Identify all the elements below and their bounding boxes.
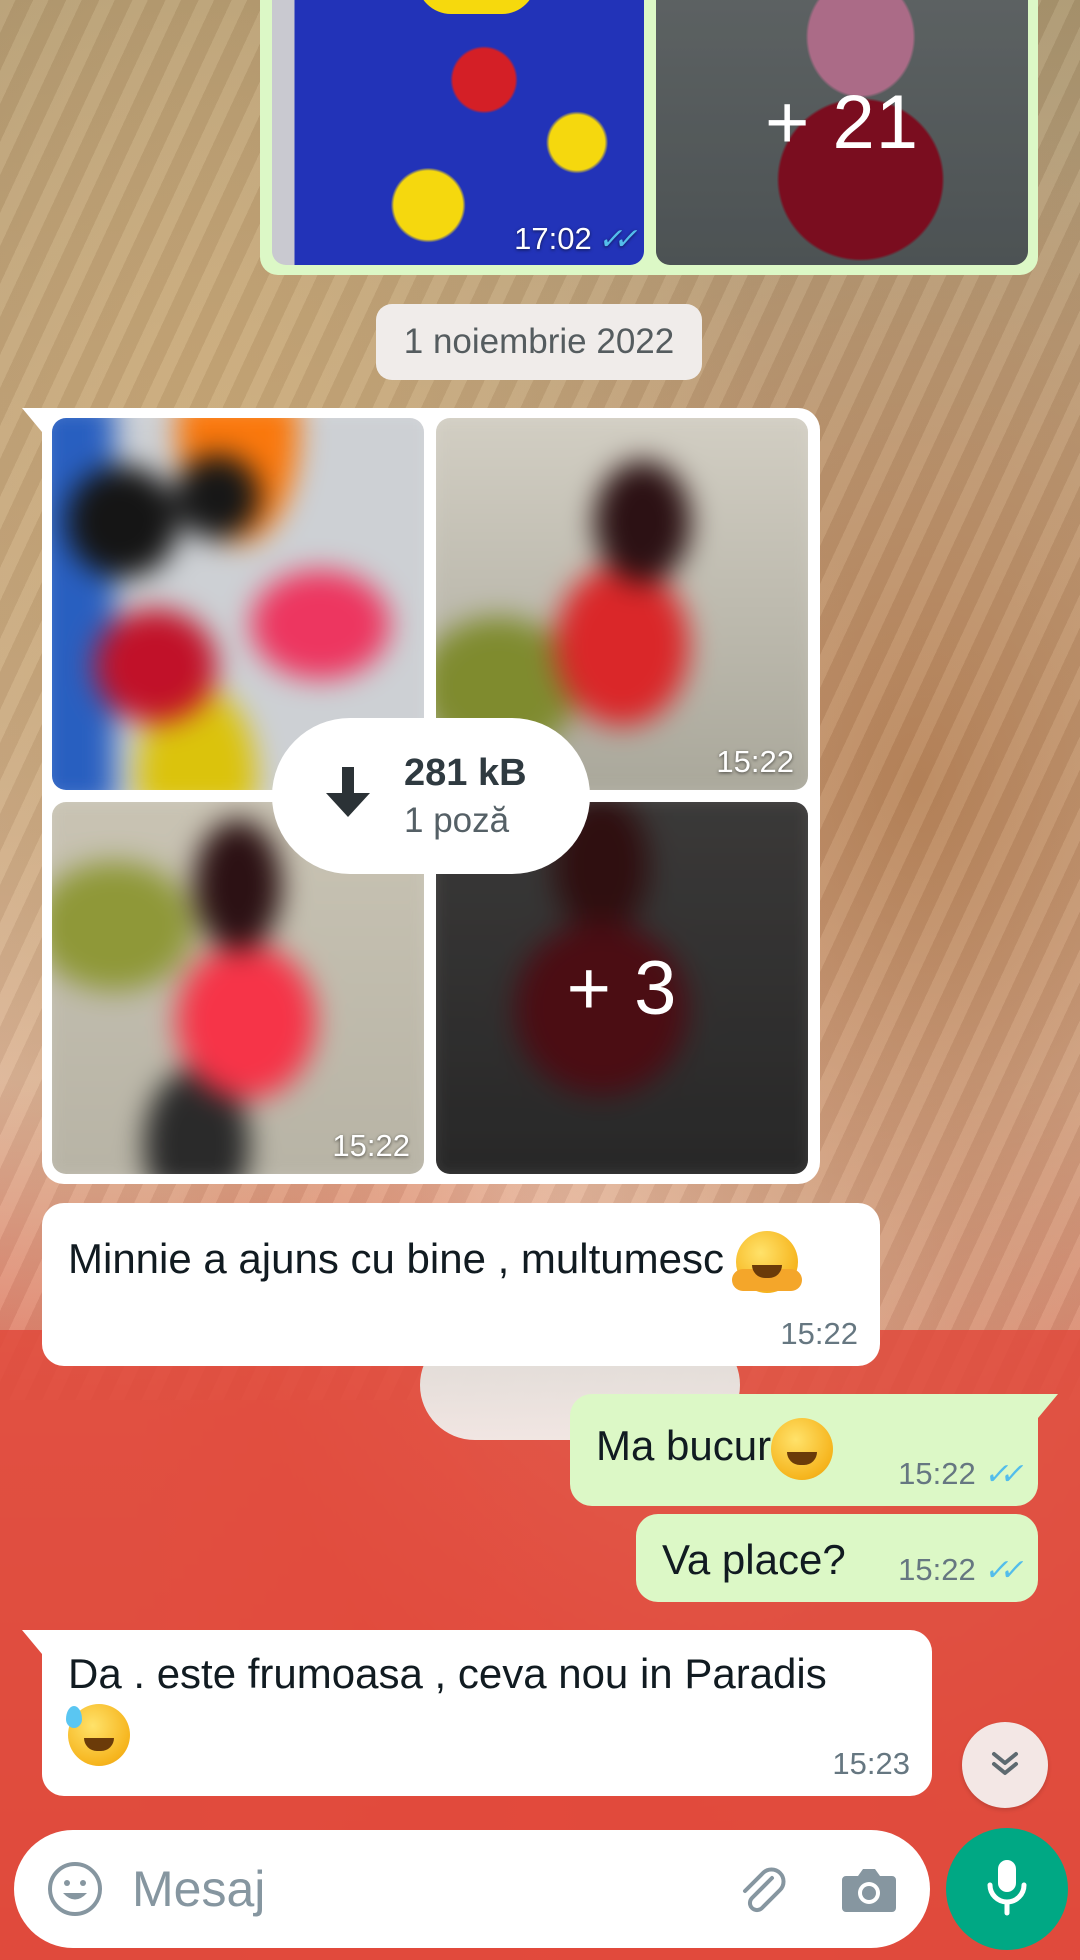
grinning-sweat-emoji	[66, 1704, 130, 1766]
message-text: Va place?	[662, 1536, 846, 1583]
incoming-message[interactable]: Da . este frumoasa , ceva nou in Paradis…	[22, 1630, 932, 1796]
message-meta: 15:22	[780, 1316, 858, 1352]
download-button[interactable]: 281 kB 1 poză	[272, 718, 590, 874]
microphone-icon	[985, 1857, 1029, 1922]
double-check-icon: ✓✓	[982, 1457, 1020, 1491]
message-meta: 15:22 ✓✓	[898, 1552, 1019, 1588]
incoming-message[interactable]: Minnie a ajuns cu bine , multumesc 15:22	[42, 1203, 880, 1366]
date-separator: 1 noiembrie 2022	[376, 304, 702, 380]
album-photo-donald[interactable]: 17:02 ✓✓	[272, 0, 644, 265]
outgoing-message[interactable]: Va place? 15:22 ✓✓	[636, 1514, 1038, 1602]
message-time: 15:22	[898, 1456, 976, 1491]
album-meta: 17:02 ✓✓	[514, 221, 633, 257]
download-arrow-icon	[326, 766, 370, 826]
message-time: 15:23	[832, 1746, 910, 1781]
photo-time: 15:22	[716, 744, 794, 779]
message-text: Da . este frumoasa , ceva nou in Paradis	[68, 1650, 827, 1697]
download-size: 281 kB	[404, 751, 527, 794]
photo-detail	[417, 0, 537, 15]
message-meta: 15:22 ✓✓	[898, 1456, 1019, 1492]
message-text: Minnie a ajuns cu bine , multumesc	[68, 1235, 724, 1283]
message-composer[interactable]: Mesaj	[14, 1830, 930, 1948]
double-check-icon: ✓✓	[596, 222, 634, 256]
camera-icon[interactable]	[834, 1854, 904, 1924]
album-time: 17:02	[514, 221, 592, 256]
message-meta: 15:23	[832, 1746, 910, 1782]
download-info: 281 kB 1 poză	[404, 752, 527, 841]
double-chevron-down-icon	[988, 1746, 1022, 1785]
message-text: Ma bucur	[596, 1422, 772, 1470]
emoji-icon[interactable]	[40, 1854, 110, 1924]
hugging-face-emoji	[731, 1231, 802, 1293]
message-time: 15:22	[898, 1552, 976, 1587]
attach-paperclip-icon[interactable]	[726, 1854, 796, 1924]
outgoing-message[interactable]: Ma bucur 15:22 ✓✓	[570, 1394, 1058, 1506]
voice-record-button[interactable]	[946, 1828, 1068, 1950]
smiling-face-emoji	[771, 1418, 834, 1480]
album-more-count: + 21	[764, 80, 920, 165]
message-time: 15:22	[780, 1316, 858, 1351]
double-check-icon: ✓✓	[982, 1553, 1020, 1587]
photo-time: 15:22	[332, 1128, 410, 1163]
download-count: 1 poză	[404, 800, 510, 840]
outgoing-album-top[interactable]: 17:02 ✓✓ + 21	[260, 0, 1038, 275]
scroll-to-bottom-button[interactable]	[962, 1722, 1048, 1808]
album-photo-peppa[interactable]: + 21	[656, 0, 1028, 265]
message-input[interactable]: Mesaj	[132, 1860, 726, 1918]
